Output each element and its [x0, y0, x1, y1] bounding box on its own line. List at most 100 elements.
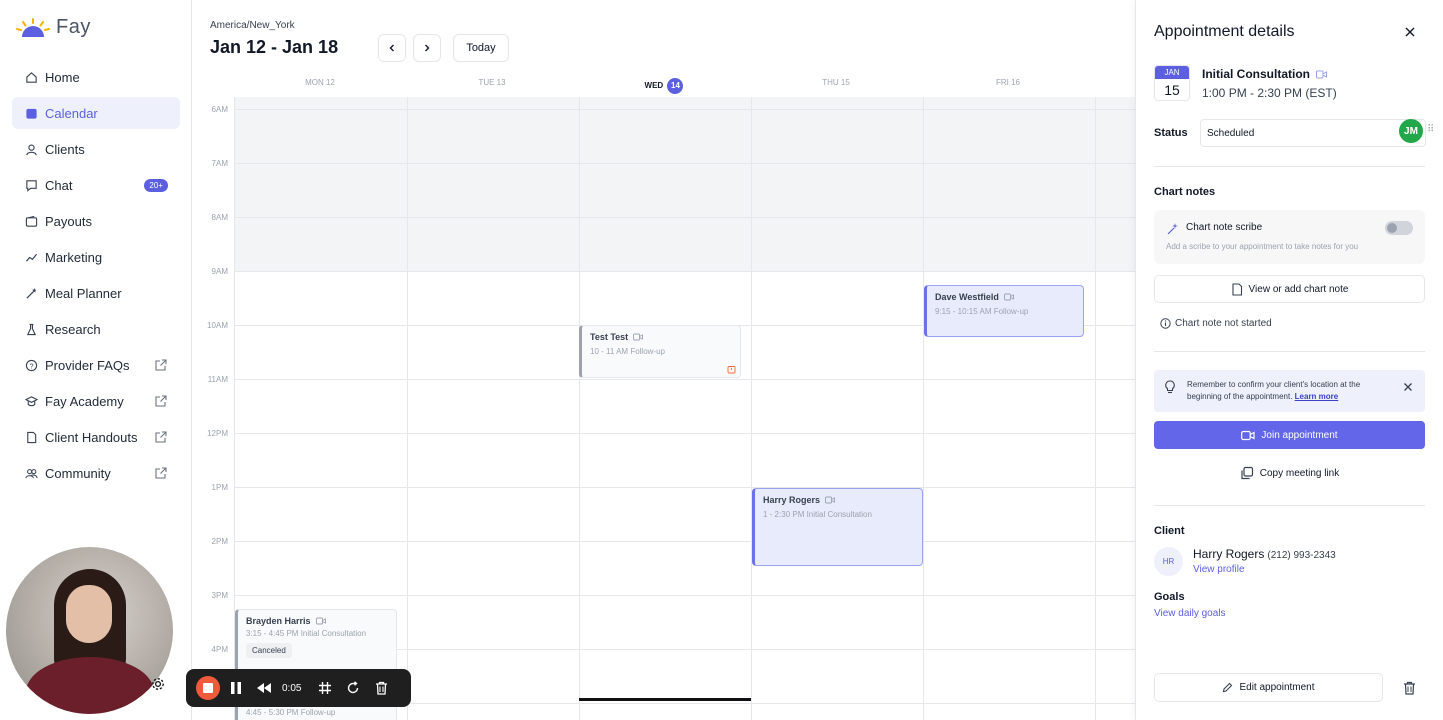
- sidebar-item-chat[interactable]: Chat 20+: [12, 169, 180, 201]
- stop-recording-button[interactable]: [196, 676, 220, 700]
- rewind-icon: [257, 683, 271, 693]
- grid-icon: [319, 682, 332, 694]
- view-daily-goals-link[interactable]: View daily goals: [1154, 608, 1226, 619]
- hour-line: [234, 433, 1135, 434]
- close-panel-button[interactable]: [1404, 25, 1416, 43]
- hour-line: [234, 109, 1135, 110]
- wand-icon: [24, 286, 38, 300]
- logo[interactable]: Fay: [16, 16, 91, 39]
- sidebar-item-provider-faqs[interactable]: ? Provider FAQs: [12, 349, 180, 381]
- view-profile-link[interactable]: View profile: [1193, 564, 1245, 575]
- delete-appointment-button[interactable]: [1399, 678, 1419, 698]
- sparkle-icon: [1167, 223, 1178, 235]
- sidebar-item-label: Community: [45, 465, 111, 481]
- chat-count-badge: 20+: [144, 179, 168, 192]
- sidebar-item-client-handouts[interactable]: Client Handouts: [12, 421, 180, 453]
- restart-button[interactable]: [341, 676, 365, 700]
- today-button[interactable]: Today: [453, 34, 509, 62]
- client-heading: Client: [1154, 525, 1185, 537]
- sidebar-item-fay-academy[interactable]: Fay Academy: [12, 385, 180, 417]
- event-time: 3:15 - 4:45 PM Initial Consultation: [246, 629, 367, 638]
- column-divider: [1095, 97, 1096, 720]
- svg-text:?: ?: [29, 361, 33, 370]
- webcam-bubble[interactable]: [6, 547, 173, 714]
- timezone-label[interactable]: America/New_York: [210, 20, 295, 31]
- chart-note-status: Chart note not started: [1160, 318, 1272, 329]
- calendar-grid[interactable]: Dave Westfield 9:15 - 10:15 AM Follow-up…: [234, 97, 1135, 720]
- video-icon: [825, 496, 835, 504]
- divider: [1154, 505, 1425, 506]
- rewind-button[interactable]: [252, 676, 276, 700]
- event-title: Test Test: [590, 332, 629, 342]
- community-icon: [24, 466, 38, 480]
- drag-handle-icon[interactable]: ⠿: [1427, 124, 1434, 135]
- divider: [1154, 351, 1425, 352]
- event-time: 9:15 - 10:15 AM Follow-up: [935, 307, 1029, 316]
- view-chart-note-button[interactable]: View or add chart note: [1154, 275, 1425, 303]
- sidebar-item-calendar[interactable]: Calendar: [12, 97, 180, 129]
- edit-appointment-button[interactable]: Edit appointment: [1154, 673, 1383, 702]
- status-dropdown[interactable]: Scheduled: [1200, 119, 1426, 147]
- recording-toolbar: 0:05: [186, 669, 411, 707]
- day-header-mon[interactable]: MON 12: [234, 78, 406, 87]
- appointment-time: 1:00 PM - 2:30 PM (EST): [1202, 86, 1337, 100]
- event-title: Harry Rogers: [763, 495, 821, 505]
- sidebar-item-payouts[interactable]: Payouts: [12, 205, 180, 237]
- sidebar-item-label: Payouts: [45, 213, 92, 229]
- day-header-thu[interactable]: THU 15: [750, 78, 922, 87]
- lightbulb-icon: [1165, 380, 1175, 394]
- hour-line: [234, 271, 1135, 272]
- event-harry-rogers[interactable]: Harry Rogers 1 - 2:30 PM Initial Consult…: [752, 488, 923, 566]
- time-gutter-divider: [234, 97, 235, 720]
- appointment-date-badge: JAN 15: [1154, 65, 1190, 101]
- column-divider: [923, 97, 924, 720]
- column-divider: [579, 97, 580, 720]
- sidebar-item-marketing[interactable]: Marketing: [12, 241, 180, 273]
- sidebar-item-community[interactable]: Community: [12, 457, 180, 489]
- panel-title: Appointment details: [1154, 23, 1295, 40]
- sidebar-item-label: Client Handouts: [45, 429, 138, 445]
- scribe-toggle[interactable]: [1385, 221, 1413, 235]
- close-icon: [1405, 27, 1415, 37]
- close-icon[interactable]: [1403, 382, 1413, 392]
- external-link-icon: [154, 394, 168, 411]
- chevron-right-icon: [425, 44, 430, 52]
- sun-logo-icon: [16, 17, 50, 37]
- join-appointment-button[interactable]: Join appointment: [1154, 421, 1425, 449]
- hour-line: [234, 541, 1135, 542]
- client-avatar: HR: [1154, 547, 1183, 576]
- delete-recording-button[interactable]: [369, 676, 393, 700]
- sidebar-item-home[interactable]: Home: [12, 61, 180, 93]
- column-divider: [407, 97, 408, 720]
- sidebar-item-research[interactable]: Research: [12, 313, 180, 345]
- event-test-test[interactable]: Test Test 10 - 11 AM Follow-up: [579, 325, 741, 378]
- previous-week-button[interactable]: [378, 34, 406, 62]
- sidebar-item-clients[interactable]: Clients: [12, 133, 180, 165]
- assignee-avatar[interactable]: JM: [1399, 119, 1423, 143]
- pause-button[interactable]: [224, 676, 248, 700]
- next-week-button[interactable]: [413, 34, 441, 62]
- appointment-details-panel: Appointment details JAN 15 Initial Consu…: [1135, 0, 1443, 720]
- sidebar-item-meal-planner[interactable]: Meal Planner: [12, 277, 180, 309]
- wallet-icon: [24, 214, 38, 228]
- user-icon: [24, 142, 38, 156]
- event-dave-westfield[interactable]: Dave Westfield 9:15 - 10:15 AM Follow-up: [924, 285, 1084, 337]
- date-day: 15: [1164, 82, 1180, 98]
- client-name: Harry Rogers: [1193, 547, 1265, 561]
- grid-button[interactable]: [313, 676, 337, 700]
- sidebar-item-label: Calendar: [45, 105, 98, 121]
- gear-icon[interactable]: [150, 676, 166, 697]
- pause-icon: [231, 682, 241, 694]
- join-appointment-label: Join appointment: [1261, 429, 1338, 441]
- day-header-wed[interactable]: WED 14: [578, 78, 750, 94]
- learn-more-link[interactable]: Learn more: [1295, 392, 1339, 401]
- hour-label: 11AM: [207, 375, 228, 384]
- trend-icon: [24, 250, 38, 264]
- day-header-tue[interactable]: TUE 13: [406, 78, 578, 87]
- hour-label: 6AM: [211, 105, 228, 114]
- event-title: Brayden Harris: [246, 616, 311, 626]
- video-icon: [1316, 70, 1327, 78]
- sidebar-item-label: Meal Planner: [45, 285, 122, 301]
- day-header-fri[interactable]: FRI 16: [922, 78, 1094, 87]
- copy-meeting-link-button[interactable]: Copy meeting link: [1154, 462, 1425, 484]
